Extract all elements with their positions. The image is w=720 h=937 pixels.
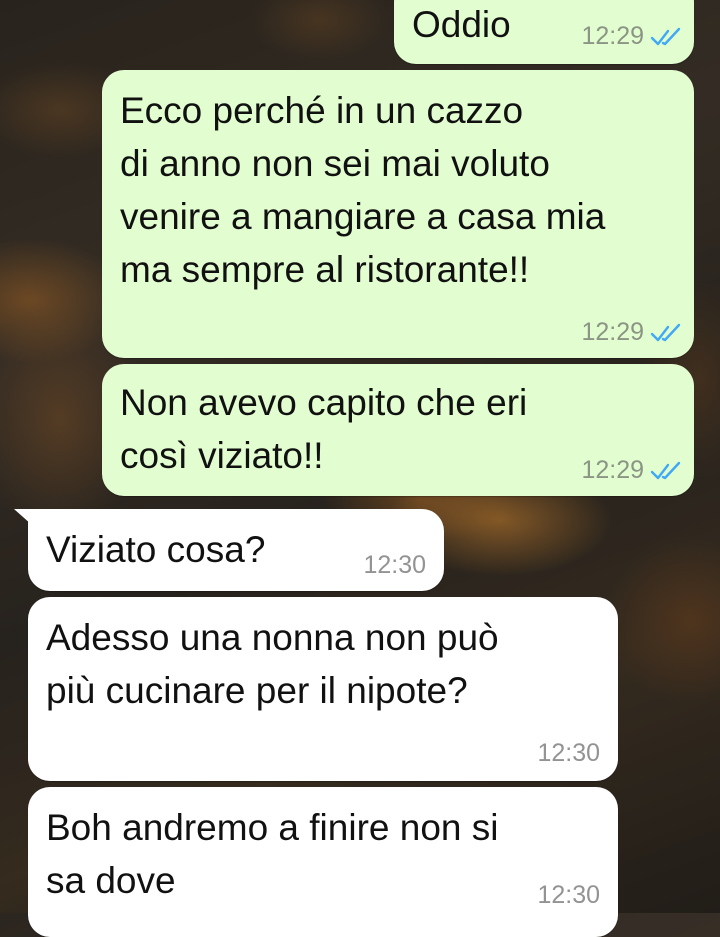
message-text: Boh andremo a finire non si sa dove — [46, 807, 499, 901]
message-time: 12:30 — [537, 881, 600, 909]
message-text: Non avevo capito che eri così viziato!! — [120, 382, 528, 476]
double-check-icon — [650, 27, 681, 45]
message-text: Viziato cosa? — [46, 529, 266, 570]
message-text: Ecco perché in un cazzo di anno non sei … — [120, 90, 606, 290]
message-bubble-outgoing[interactable]: Non avevo capito che eri così viziato!! … — [102, 364, 694, 496]
message-meta: 12:30 — [537, 881, 600, 910]
message-time: 12:29 — [581, 318, 644, 346]
message-bubble-outgoing[interactable]: Ecco perché in un cazzo di anno non sei … — [102, 70, 694, 358]
message-bubble-incoming[interactable]: Viziato cosa? 12:30 — [14, 509, 444, 591]
bubble-tail — [14, 509, 32, 525]
message-time: 12:29 — [581, 22, 644, 50]
message-bubble-outgoing[interactable]: Oddio 12:29 — [394, 0, 694, 64]
message-meta: 12:29 — [581, 318, 682, 347]
double-check-icon — [650, 323, 681, 341]
message-time: 12:30 — [537, 739, 600, 767]
message-meta: 12:29 — [581, 456, 682, 485]
message-text: Oddio — [412, 4, 511, 45]
message-time: 12:30 — [363, 551, 426, 579]
message-meta: 12:29 — [581, 22, 682, 51]
message-time: 12:29 — [581, 456, 644, 484]
message-meta: 12:30 — [363, 551, 426, 580]
message-bubble-incoming[interactable]: Boh andremo a finire non si sa dove 12:3… — [28, 787, 618, 937]
message-bubble-incoming[interactable]: Adesso una nonna non può più cucinare pe… — [28, 597, 618, 781]
message-text: Adesso una nonna non può più cucinare pe… — [46, 617, 499, 711]
double-check-icon — [650, 461, 681, 479]
message-meta: 12:30 — [537, 739, 600, 768]
